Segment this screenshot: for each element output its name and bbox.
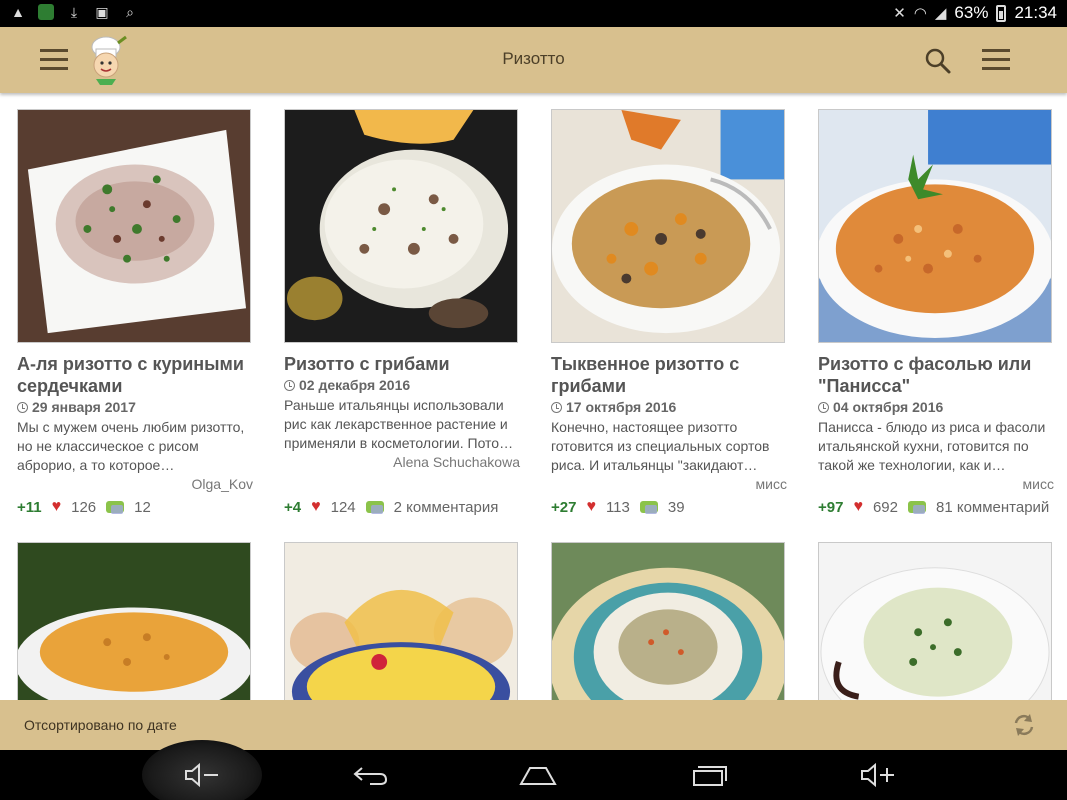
navigation-bar (0, 740, 1067, 800)
recipe-author[interactable]: Olga_Kov (17, 475, 257, 494)
comments-count[interactable]: 39 (668, 499, 685, 516)
comment-icon (639, 501, 658, 514)
comment-icon (106, 501, 125, 514)
recipe-date-text: 29 января 2017 (32, 399, 136, 415)
recipe-card[interactable] (534, 526, 792, 700)
comment-icon (907, 501, 926, 514)
notification-icons: ▲ ⤓ ▣ ⌕ (10, 4, 138, 20)
comments-count[interactable]: 2 комментария (394, 499, 499, 516)
recipe-date: 04 октября 2016 (818, 398, 1058, 417)
signal-icon: ◢ (934, 5, 947, 22)
volume-down-icon[interactable] (182, 762, 222, 788)
page-title: Ризотто (502, 49, 565, 68)
recipe-date-text: 02 декабря 2016 (299, 377, 411, 393)
heart-icon: ♥ (853, 498, 863, 515)
recipe-date: 02 декабря 2016 (284, 376, 524, 395)
likes-count: 126 (71, 498, 97, 516)
recipe-description: Панисса - блюдо из риса и фасоли итальян… (818, 419, 1046, 473)
comment-icon (365, 501, 384, 514)
clock-icon (551, 402, 562, 413)
recipe-photo[interactable] (17, 542, 251, 700)
recipe-stats: +4 ♥ 124 2 комментария (284, 498, 498, 516)
sort-bar: Отсортировано по дате (0, 700, 1067, 750)
system-icons: ✕ ◠ ◢ 63% 21:34 (893, 3, 1057, 23)
recipe-title[interactable]: Тыквенное ризотто с грибами (551, 353, 791, 397)
recipe-author[interactable]: Alena Schuchakowa (284, 453, 524, 472)
recipe-info: А-ля ризотто с куриными сердечками 29 ян… (17, 353, 257, 494)
recipe-card[interactable]: Тыквенное ризотто с грибами 17 октября 2… (534, 93, 792, 523)
heart-icon: ♥ (311, 498, 321, 515)
battery-icon (996, 4, 1007, 22)
recipe-description: Конечно, настоящее ризотто готовится из … (551, 419, 770, 473)
clock-time: 21:34 (1014, 3, 1057, 22)
warning-icon: ▲ (11, 4, 25, 20)
mute-icon: ✕ (893, 5, 906, 22)
image-icon: ▣ (95, 4, 109, 20)
recipe-card[interactable] (0, 526, 258, 700)
wifi-icon: ◠ (913, 5, 927, 22)
recipe-stats: +27 ♥ 113 39 (551, 498, 685, 516)
likes-count: 113 (605, 498, 630, 516)
recipe-title[interactable]: Ризотто с фасолью или "Панисса" (818, 353, 1058, 397)
search-icon[interactable] (924, 47, 952, 75)
download-icon: ⤓ (70, 4, 78, 20)
recipe-photo[interactable] (551, 542, 785, 700)
recipe-description: Раньше итальянцы использовали рис как ле… (284, 397, 514, 451)
refresh-icon[interactable] (1011, 712, 1037, 738)
comments-count[interactable]: 81 комментарий (936, 499, 1049, 516)
recipe-photo[interactable] (284, 542, 518, 700)
home-icon[interactable] (518, 762, 558, 788)
back-icon[interactable] (350, 762, 390, 788)
recipe-photo[interactable] (551, 109, 785, 343)
recipe-card[interactable] (267, 526, 525, 700)
menu-icon[interactable] (982, 49, 1010, 71)
recipe-photo[interactable] (818, 542, 1052, 700)
likes-count: 124 (330, 498, 356, 516)
recipe-title[interactable]: Ризотто с грибами (284, 353, 524, 375)
rating: +4 (284, 498, 302, 516)
recipe-grid: А-ля ризотто с куриными сердечками 29 ян… (0, 93, 1067, 700)
shield-icon (38, 4, 54, 20)
recipe-card[interactable]: Ризотто с фасолью или "Панисса" 04 октяб… (801, 93, 1059, 523)
app-bar: Ризотто (0, 27, 1067, 93)
comments-count[interactable]: 12 (134, 499, 151, 516)
recipe-photo[interactable] (284, 109, 518, 343)
status-bar: ▲ ⤓ ▣ ⌕ ✕ ◠ ◢ 63% 21:34 (0, 0, 1067, 27)
likes-count: 692 (872, 498, 898, 516)
rating: +11 (17, 498, 42, 516)
recipe-stats: +97 ♥ 692 81 комментарий (818, 498, 1049, 516)
recipe-date: 29 января 2017 (17, 398, 257, 417)
battery-percent: 63% (954, 3, 989, 22)
recipe-photo[interactable] (17, 109, 251, 343)
recipe-stats: +11 ♥ 126 12 (17, 498, 151, 516)
recipe-date-text: 17 октября 2016 (566, 399, 677, 415)
recipe-card[interactable]: Ризотто с грибами 02 декабря 2016 Раньше… (267, 93, 525, 523)
volume-up-icon[interactable] (858, 762, 898, 788)
clock-icon (17, 402, 28, 413)
search-notification-icon: ⌕ (126, 4, 134, 20)
sort-label: Отсортировано по дате (24, 717, 177, 733)
clock-icon (818, 402, 829, 413)
heart-icon: ♥ (586, 498, 596, 515)
recipe-photo[interactable] (818, 109, 1052, 343)
recent-apps-icon[interactable] (690, 762, 730, 788)
recipe-date: 17 октября 2016 (551, 398, 791, 417)
recipe-info: Ризотто с фасолью или "Панисса" 04 октяб… (818, 353, 1058, 494)
heart-icon: ♥ (51, 498, 62, 515)
rating: +97 (818, 498, 844, 516)
rating: +27 (551, 498, 577, 516)
recipe-description: Мы с мужем очень любим ризотто, но не кл… (17, 419, 245, 473)
recipe-info: Ризотто с грибами 02 декабря 2016 Раньше… (284, 353, 524, 472)
recipe-card[interactable] (801, 526, 1059, 700)
recipe-author[interactable]: мисс (818, 475, 1058, 494)
clock-icon (284, 380, 295, 391)
recipe-info: Тыквенное ризотто с грибами 17 октября 2… (551, 353, 791, 494)
recipe-title[interactable]: А-ля ризотто с куриными сердечками (17, 353, 257, 397)
recipe-card[interactable]: А-ля ризотто с куриными сердечками 29 ян… (0, 93, 258, 523)
recipe-date-text: 04 октября 2016 (833, 399, 944, 415)
recipe-author[interactable]: мисс (551, 475, 791, 494)
